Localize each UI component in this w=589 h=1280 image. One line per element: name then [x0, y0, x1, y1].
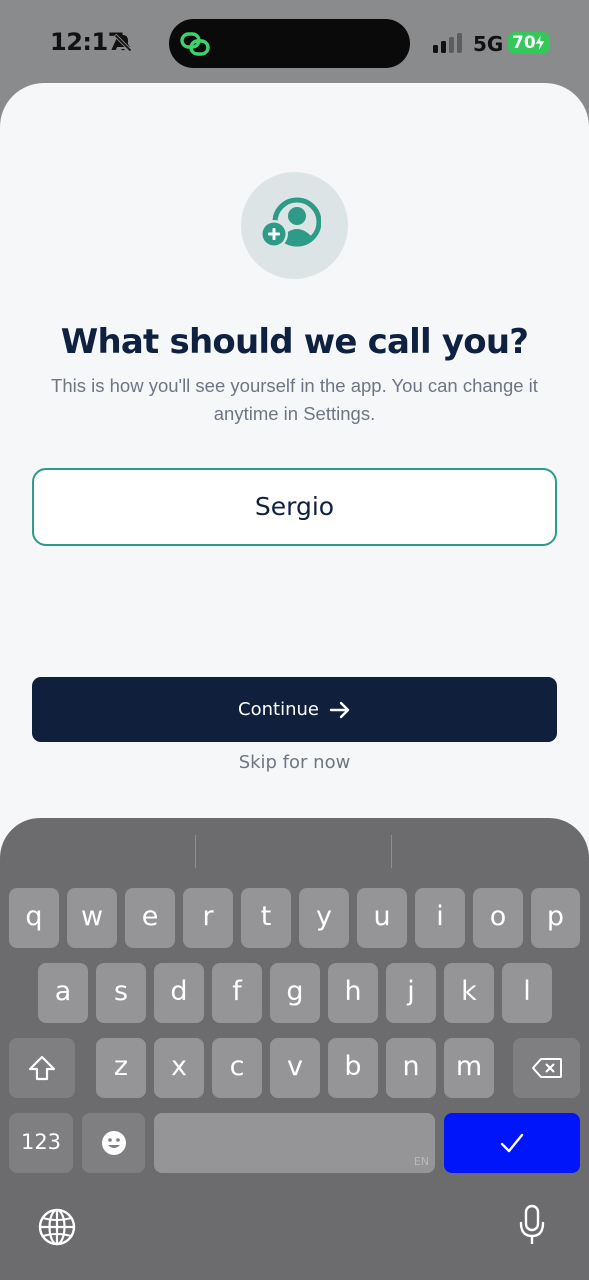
key-i[interactable]: i: [415, 888, 465, 948]
charging-bolt-icon: [534, 34, 546, 52]
suggestion-divider: [195, 835, 196, 868]
page-subtitle: This is how you'll see yourself in the a…: [51, 375, 538, 424]
delete-key[interactable]: [513, 1038, 580, 1098]
skip-link[interactable]: Skip for now: [0, 752, 589, 773]
page-title: What should we call you?: [60, 322, 529, 362]
microphone-icon[interactable]: [518, 1204, 546, 1246]
key-h[interactable]: h: [328, 963, 378, 1023]
key-q[interactable]: q: [9, 888, 59, 948]
key-g[interactable]: g: [270, 963, 320, 1023]
done-key[interactable]: [444, 1113, 580, 1173]
arrow-right-icon: [329, 701, 350, 718]
key-o[interactable]: o: [473, 888, 523, 948]
suggestion-divider: [391, 835, 392, 868]
continue-label: Continue: [238, 699, 319, 720]
bell-slash-icon: [113, 33, 133, 53]
name-input[interactable]: Sergio: [32, 468, 557, 546]
key-p[interactable]: p: [531, 888, 580, 948]
shift-key[interactable]: [9, 1038, 75, 1098]
key-t[interactable]: t: [241, 888, 291, 948]
keyboard: q w e r t y u i o p a s d f g h j k l z …: [0, 818, 589, 1280]
key-e[interactable]: e: [125, 888, 175, 948]
emoji-key[interactable]: [82, 1113, 145, 1173]
profile-icon-badge: [241, 172, 348, 279]
signal-icon: [433, 33, 462, 53]
continue-button[interactable]: Continue: [32, 677, 557, 742]
globe-icon[interactable]: [37, 1207, 77, 1247]
key-w[interactable]: w: [67, 888, 117, 948]
key-a[interactable]: a: [38, 963, 88, 1023]
key-x[interactable]: x: [154, 1038, 204, 1098]
checkmark-icon: [500, 1133, 524, 1153]
key-s[interactable]: s: [96, 963, 146, 1023]
keyboard-language: EN: [413, 1155, 429, 1168]
emoji-icon: [101, 1131, 126, 1155]
key-c[interactable]: c: [212, 1038, 262, 1098]
key-b[interactable]: b: [328, 1038, 378, 1098]
backspace-icon: [531, 1058, 562, 1078]
space-key[interactable]: EN: [154, 1113, 435, 1173]
key-y[interactable]: y: [299, 888, 349, 948]
key-j[interactable]: j: [386, 963, 436, 1023]
key-l[interactable]: l: [502, 963, 552, 1023]
key-n[interactable]: n: [386, 1038, 436, 1098]
key-m[interactable]: m: [444, 1038, 494, 1098]
network-type: 5G: [473, 32, 504, 56]
status-bar: 12:17 5G 70: [0, 0, 589, 86]
key-r[interactable]: r: [183, 888, 233, 948]
numbers-key[interactable]: 123: [9, 1113, 73, 1173]
add-user-icon: [260, 197, 321, 248]
key-u[interactable]: u: [357, 888, 407, 948]
shift-icon: [28, 1055, 56, 1081]
key-f[interactable]: f: [212, 963, 262, 1023]
key-k[interactable]: k: [444, 963, 494, 1023]
key-z[interactable]: z: [96, 1038, 146, 1098]
key-d[interactable]: d: [154, 963, 204, 1023]
key-v[interactable]: v: [270, 1038, 320, 1098]
chain-link-icon: [180, 32, 210, 56]
